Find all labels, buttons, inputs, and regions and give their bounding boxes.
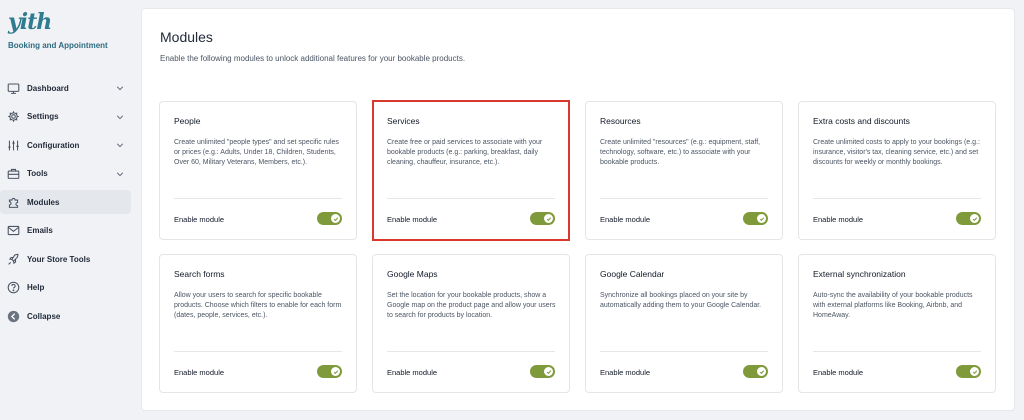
enable-module-label: Enable module	[174, 215, 225, 224]
module-title: Search forms	[174, 269, 225, 279]
chevron-down-icon	[116, 114, 124, 119]
page-description: Enable the following modules to unlock a…	[160, 54, 466, 63]
module-description: Create unlimited "resources" (e.g.: equi…	[600, 139, 761, 167]
sidebar-item-label: Dashboard	[27, 83, 69, 93]
module-description: Auto-sync the availability of your booka…	[813, 292, 973, 320]
module-title: Google Calendar	[600, 269, 665, 279]
check-icon	[544, 214, 553, 223]
sidebar-item-label: Emails	[27, 226, 53, 235]
toolbox-icon	[7, 167, 20, 180]
sidebar-item-label: Settings	[27, 112, 59, 121]
enable-module-toggle[interactable]	[530, 365, 555, 378]
module-card-extra-costs: Extra costs and discounts Create unlimit…	[798, 101, 996, 240]
sidebar-item-label: Your Store Tools	[27, 254, 91, 264]
check-icon	[544, 367, 553, 376]
module-title: Services	[387, 116, 420, 126]
module-card-people: People Create unlimited "people types" a…	[159, 101, 357, 240]
divider	[600, 198, 768, 199]
module-card-search-forms: Search forms Allow your users to search …	[159, 254, 357, 393]
sidebar-item-emails[interactable]: Emails	[0, 219, 140, 243]
enable-module-toggle[interactable]	[743, 365, 768, 378]
sidebar-item-tools[interactable]: Tools	[0, 162, 140, 186]
plugin-name: Booking and Appointment	[8, 41, 108, 50]
modules-panel: Modules Enable the following modules to …	[141, 8, 1015, 411]
chevron-down-icon	[116, 143, 124, 148]
module-title: Resources	[600, 116, 641, 126]
enable-module-toggle[interactable]	[530, 212, 555, 225]
check-icon	[757, 367, 766, 376]
enable-module-label: Enable module	[813, 368, 864, 377]
check-icon	[757, 214, 766, 223]
divider	[174, 351, 342, 352]
sidebar-item-collapse[interactable]: Collapse	[0, 304, 140, 328]
sidebar-item-configuration[interactable]: Configuration	[0, 133, 140, 157]
chevron-down-icon	[116, 86, 124, 91]
module-description: Set the location for your bookable produ…	[387, 292, 556, 320]
enable-module-label: Enable module	[174, 368, 225, 377]
module-card-services: Services Create free or paid services to…	[372, 100, 570, 241]
enable-module-label: Enable module	[387, 215, 438, 224]
envelope-icon	[7, 224, 20, 237]
check-icon	[331, 367, 340, 376]
sidebar-item-settings[interactable]: Settings	[0, 105, 140, 129]
module-card-google-maps: Google Maps Set the location for your bo…	[372, 254, 570, 393]
divider	[387, 198, 555, 199]
enable-module-toggle[interactable]	[743, 212, 768, 225]
module-card-resources: Resources Create unlimited "resources" (…	[585, 101, 783, 240]
enable-module-toggle[interactable]	[956, 365, 981, 378]
chevron-down-icon	[116, 171, 124, 176]
sidebar-item-your-store-tools[interactable]: Your Store Tools	[0, 247, 140, 271]
module-description: Synchronize all bookings placed on your …	[600, 292, 762, 310]
sidebar-nav: Dashboard Settings Configuration Tools M…	[0, 76, 140, 333]
help-icon	[7, 281, 20, 294]
sidebar-item-dashboard[interactable]: Dashboard	[0, 76, 140, 100]
rocket-icon	[7, 253, 20, 266]
module-card-external-sync: External synchronization Auto-sync the a…	[798, 254, 996, 393]
sidebar: yith Booking and Appointment Dashboard S…	[0, 0, 140, 420]
divider	[813, 198, 981, 199]
divider	[813, 351, 981, 352]
sidebar-item-label: Configuration	[27, 140, 80, 150]
divider	[174, 198, 342, 199]
divider	[387, 351, 555, 352]
module-description: Allow your users to search for specific …	[174, 292, 342, 320]
enable-module-label: Enable module	[813, 215, 864, 224]
enable-module-label: Enable module	[600, 215, 651, 224]
check-icon	[331, 214, 340, 223]
module-title: People	[174, 116, 201, 126]
enable-module-label: Enable module	[387, 368, 438, 377]
sidebar-item-label: Modules	[27, 197, 60, 207]
module-title: Extra costs and discounts	[813, 116, 910, 126]
divider	[600, 351, 768, 352]
sliders-icon	[7, 139, 20, 152]
module-title: External synchronization	[813, 269, 906, 279]
module-title: Google Maps	[387, 269, 438, 279]
enable-module-toggle[interactable]	[317, 365, 342, 378]
yith-logo[interactable]: yith	[8, 9, 68, 37]
sidebar-item-help[interactable]: Help	[0, 276, 140, 300]
logo-text: yith	[8, 9, 52, 35]
check-icon	[970, 367, 979, 376]
enable-module-toggle[interactable]	[956, 212, 981, 225]
collapse-icon	[7, 310, 20, 323]
module-card-google-calendar: Google Calendar Synchronize all bookings…	[585, 254, 783, 393]
monitor-icon	[7, 82, 20, 95]
page-title: Modules	[160, 29, 213, 45]
sidebar-item-label: Help	[27, 283, 45, 292]
puzzle-icon	[7, 196, 20, 209]
module-description: Create unlimited costs to apply to your …	[813, 139, 980, 167]
enable-module-toggle[interactable]	[317, 212, 342, 225]
sidebar-item-modules[interactable]: Modules	[0, 190, 131, 214]
sidebar-item-label: Collapse	[27, 311, 61, 321]
module-description: Create free or paid services to associat…	[387, 139, 543, 167]
enable-module-label: Enable module	[600, 368, 651, 377]
gear-icon	[7, 110, 20, 123]
sidebar-item-label: Tools	[27, 169, 48, 178]
module-description: Create unlimited "people types" and set …	[174, 139, 339, 167]
check-icon	[970, 214, 979, 223]
